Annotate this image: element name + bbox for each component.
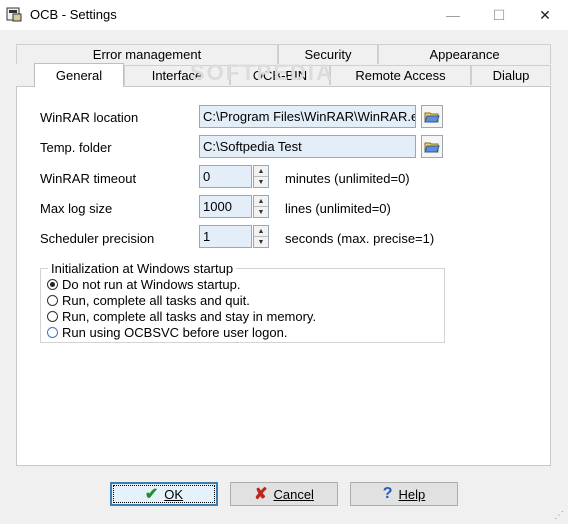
cancel-label: Cancel [273,486,314,502]
temp-folder-label: Temp. folder [40,140,112,155]
scheduler-precision-label: Scheduler precision [40,231,155,246]
browse-winrar-button[interactable] [421,105,443,128]
checkmark-icon: ✔ [144,486,159,503]
tab-label: General [55,68,103,83]
max-log-size-spinner[interactable]: ▲ ▼ [253,195,269,218]
window-title: OCB - Settings [30,7,117,22]
spin-down-icon[interactable]: ▼ [254,237,268,247]
question-icon: ? [382,485,393,502]
max-log-size-label: Max log size [40,201,113,216]
radio-run-and-quit[interactable]: Run, complete all tasks and quit. [47,292,250,308]
cancel-button[interactable]: ✘ Cancel [230,482,338,506]
folder-open-icon [424,112,440,122]
winrar-timeout-field[interactable]: 0 [199,165,252,188]
ok-button[interactable]: ✔ OK [110,482,218,506]
maximize-button[interactable]: ☐ [476,0,522,30]
browse-temp-button[interactable] [421,135,443,158]
tab-label: Interface [151,68,203,83]
temp-folder-field[interactable]: C:\Softpedia Test [199,135,416,158]
radio-label: Run using OCBSVC before user logon. [62,324,288,340]
winrar-timeout-label: WinRAR timeout [40,171,137,186]
radio-selected-icon [47,278,58,290]
tab-label: Error management [92,47,202,62]
radio-label: Run, complete all tasks and stay in memo… [62,308,317,324]
app-icon [6,7,22,22]
radio-run-and-stay[interactable]: Run, complete all tasks and stay in memo… [47,308,316,324]
title-bar: OCB - Settings — ☐ ✕ [0,0,568,30]
tab-remote-access[interactable]: Remote Access [330,65,471,85]
scheduler-precision-unit: seconds (max. precise=1) [285,231,435,246]
tab-label: Remote Access [355,68,446,83]
tab-dialup[interactable]: Dialup [471,65,551,85]
winrar-location-label: WinRAR location [40,110,139,125]
cross-icon: ✘ [254,486,268,503]
tab-ocb-bin[interactable]: OCB-BIN [230,65,330,85]
help-label: Help [398,486,426,502]
close-button[interactable]: ✕ [522,0,568,30]
help-button[interactable]: ? Help [350,482,458,506]
spin-up-icon[interactable]: ▲ [254,226,268,237]
minimize-button[interactable]: — [430,0,476,30]
winrar-location-field[interactable]: C:\Program Files\WinRAR\WinRAR.exe [199,105,416,128]
startup-group-title: Initialization at Windows startup [48,261,237,276]
max-log-size-field[interactable]: 1000 [199,195,252,218]
radio-label: Run, complete all tasks and quit. [62,292,250,308]
spin-down-icon[interactable]: ▼ [254,207,268,217]
radio-run-ocbsvc[interactable]: Run using OCBSVC before user logon. [47,324,287,340]
tab-label: Security [304,47,352,62]
tab-appearance[interactable]: Appearance [378,44,551,64]
tab-error-management[interactable]: Error management [16,44,278,64]
radio-icon [47,326,58,338]
ok-label: OK [164,486,184,502]
tab-interface[interactable]: Interface [124,65,230,85]
tab-row-back: Error management Security Appearance [16,44,551,64]
radio-do-not-run[interactable]: Do not run at Windows startup. [47,276,240,292]
minimize-icon: — [446,7,460,23]
winrar-timeout-unit: minutes (unlimited=0) [285,171,410,186]
tab-row-front: General Interface OCB-BIN Remote Access … [16,63,551,87]
close-icon: ✕ [539,6,551,23]
radio-icon [47,294,58,306]
scheduler-precision-spinner[interactable]: ▲ ▼ [253,225,269,248]
tab-label: Appearance [429,47,500,62]
winrar-timeout-spinner[interactable]: ▲ ▼ [253,165,269,188]
scheduler-precision-field[interactable]: 1 [199,225,252,248]
tab-label: Dialup [492,68,530,83]
resize-grip-icon[interactable]: ⋰ [554,510,566,522]
tab-security[interactable]: Security [278,44,378,64]
spin-up-icon[interactable]: ▲ [254,196,268,207]
maximize-icon: ☐ [492,6,506,23]
tab-label: OCB-BIN [252,68,308,83]
radio-icon [47,310,58,322]
folder-open-icon [424,142,440,152]
tab-general[interactable]: General [34,63,124,87]
settings-window: OCB - Settings — ☐ ✕ Error management Se… [0,0,568,524]
spin-up-icon[interactable]: ▲ [254,166,268,177]
radio-label: Do not run at Windows startup. [62,276,241,292]
max-log-size-unit: lines (unlimited=0) [285,201,391,216]
spin-down-icon[interactable]: ▼ [254,177,268,187]
